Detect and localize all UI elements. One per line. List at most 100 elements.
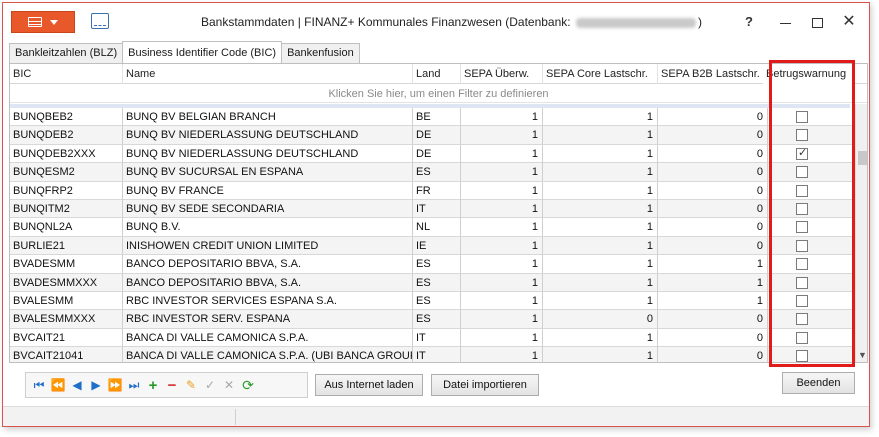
cell-land[interactable]: ES xyxy=(413,163,461,182)
cell-sepa-ueberw[interactable]: 1 xyxy=(461,273,543,292)
tab-bankenfusion[interactable]: Bankenfusion xyxy=(281,43,360,63)
cell-sepa-ueberw[interactable]: 1 xyxy=(461,126,543,145)
table-row[interactable]: BUNQDEB2 BUNQ BV NIEDERLASSUNG DEUTSCHLAN… xyxy=(10,126,855,145)
cell-name[interactable]: BUNQ B.V. xyxy=(123,218,413,237)
tab-bic[interactable]: Business Identifier Code (BIC) xyxy=(122,41,283,63)
cell-sepa-b2b[interactable]: 1 xyxy=(658,255,768,274)
table-row[interactable]: BVALESMM RBC INVESTOR SERVICES ESPANA S.A… xyxy=(10,291,855,311)
cell-land[interactable]: IE xyxy=(413,236,461,255)
cell-sepa-core[interactable]: 1 xyxy=(543,291,658,310)
cell-bic[interactable]: BURLIE21 xyxy=(10,236,123,255)
column-header-sepa-b2b[interactable]: SEPA B2B Lastschr. xyxy=(658,64,768,84)
cell-land[interactable]: IT xyxy=(413,199,461,218)
cell-name[interactable]: RBC INVESTOR SERV. ESPANA xyxy=(123,310,413,329)
cell-name[interactable]: BANCA DI VALLE CAMONICA S.P.A. (UBI BANC… xyxy=(123,347,413,362)
cell-sepa-b2b[interactable]: 1 xyxy=(658,291,768,310)
cell-sepa-ueberw[interactable]: 1 xyxy=(461,255,543,274)
next-page-icon[interactable]: ⏩ xyxy=(106,375,124,395)
close-window-button[interactable]: ✕ xyxy=(835,11,863,33)
cell-sepa-ueberw[interactable]: 1 xyxy=(461,291,543,310)
betrugswarnung-checkbox[interactable] xyxy=(796,129,808,142)
cell-sepa-b2b[interactable]: 0 xyxy=(658,126,768,145)
column-header-name[interactable]: Name xyxy=(123,64,413,84)
cell-sepa-b2b[interactable]: 0 xyxy=(658,236,768,255)
cell-bic[interactable]: BUNQESM2 xyxy=(10,163,123,182)
cell-sepa-ueberw[interactable]: 1 xyxy=(461,163,543,182)
cell-land[interactable]: IT xyxy=(413,328,461,347)
table-row[interactable]: BUNQBEB2 BUNQ BV BELGIAN BRANCH BE 1 1 0 xyxy=(10,108,855,127)
cell-land[interactable]: IT xyxy=(413,347,461,362)
cell-sepa-core[interactable]: 0 xyxy=(543,310,658,329)
cell-sepa-ueberw[interactable]: 1 xyxy=(461,218,543,237)
betrugswarnung-checkbox[interactable] xyxy=(796,146,808,160)
cell-name[interactable]: BUNQ BV NIEDERLASSUNG DEUTSCHLAND xyxy=(123,144,413,163)
cell-sepa-core[interactable]: 1 xyxy=(543,273,658,292)
window-layout-icon[interactable] xyxy=(91,13,109,29)
cell-bic[interactable]: BVALESMMXXX xyxy=(10,310,123,329)
table-row[interactable]: BVALESMMXXX RBC INVESTOR SERV. ESPANA ES 1 0… xyxy=(10,310,855,329)
cell-name[interactable]: BUNQ BV BELGIAN BRANCH xyxy=(123,108,413,126)
cell-sepa-core[interactable]: 1 xyxy=(543,199,658,218)
cell-sepa-core[interactable]: 1 xyxy=(543,163,658,182)
refresh-icon[interactable]: ⟳ xyxy=(239,375,257,395)
cell-sepa-ueberw[interactable]: 1 xyxy=(461,310,543,329)
table-row[interactable]: BVADESMM BANCO DEPOSITARIO BBVA, S.A. ES 1 1… xyxy=(10,255,855,274)
cell-sepa-ueberw[interactable]: 1 xyxy=(461,181,543,200)
cell-name[interactable]: BANCO DEPOSITARIO BBVA, S.A. xyxy=(123,255,413,274)
cell-sepa-ueberw[interactable]: 1 xyxy=(461,108,543,126)
cell-bic[interactable]: BUNQITM2 xyxy=(10,199,123,218)
cell-sepa-core[interactable]: 1 xyxy=(543,328,658,347)
cell-name[interactable]: BUNQ BV FRANCE xyxy=(123,181,413,200)
table-row[interactable]: BVADESMMXXX BANCO DEPOSITARIO BBVA, S.A. E… xyxy=(10,273,855,292)
table-row[interactable]: BUNQDEB2XXX BUNQ BV NIEDERLASSUNG DEUTSCH… xyxy=(10,144,855,164)
delete-record-icon[interactable]: − xyxy=(163,375,181,395)
cell-bic[interactable]: BVCAIT21 xyxy=(10,328,123,347)
cell-land[interactable]: ES xyxy=(413,310,461,329)
cell-sepa-b2b[interactable]: 0 xyxy=(658,108,768,126)
cell-land[interactable]: DE xyxy=(413,144,461,163)
previous-record-icon[interactable]: ◀ xyxy=(68,375,86,395)
betrugswarnung-checkbox[interactable] xyxy=(796,166,808,179)
cell-sepa-core[interactable]: 1 xyxy=(543,181,658,200)
cell-sepa-core[interactable]: 1 xyxy=(543,255,658,274)
cell-bic[interactable]: BVADESMM xyxy=(10,255,123,274)
cell-sepa-core[interactable]: 1 xyxy=(543,236,658,255)
last-record-icon[interactable]: ⏭ xyxy=(125,375,143,395)
betrugswarnung-checkbox[interactable] xyxy=(796,313,808,326)
tab-blz[interactable]: Bankleitzahlen (BLZ) xyxy=(9,43,124,63)
next-record-icon[interactable]: ▶ xyxy=(87,375,105,395)
cell-bic[interactable]: BVCAIT21041 xyxy=(10,347,123,362)
load-from-internet-button[interactable]: Aus Internet laden xyxy=(315,374,423,396)
column-header-betrugswarnung[interactable]: Betrugswarnung xyxy=(763,64,853,84)
minimize-button[interactable] xyxy=(771,11,799,33)
table-row[interactable]: BVCAIT21 BANCA DI VALLE CAMONICA S.P.A. IT… xyxy=(10,328,855,348)
table-row[interactable]: BUNQITM2 BUNQ BV SEDE SECONDARIA IT 1 1 0 xyxy=(10,199,855,219)
cell-land[interactable]: FR xyxy=(413,181,461,200)
cell-sepa-b2b[interactable]: 0 xyxy=(658,328,768,347)
previous-page-icon[interactable]: ⏪ xyxy=(49,375,67,395)
add-record-icon[interactable]: + xyxy=(144,375,162,395)
column-header-sepa-ueberw[interactable]: SEPA Überw. xyxy=(461,64,543,84)
betrugswarnung-checkbox[interactable] xyxy=(796,239,808,252)
table-row[interactable]: BVCAIT21041 BANCA DI VALLE CAMONICA S.P.A… xyxy=(10,347,855,362)
cell-land[interactable]: NL xyxy=(413,218,461,237)
cell-sepa-ueberw[interactable]: 1 xyxy=(461,199,543,218)
cell-sepa-b2b[interactable]: 0 xyxy=(658,199,768,218)
app-menu-button[interactable] xyxy=(11,11,75,33)
table-row[interactable]: BURLIE21 INISHOWEN CREDIT UNION LIMITED IE… xyxy=(10,236,855,256)
cell-name[interactable]: BANCO DEPOSITARIO BBVA, S.A. xyxy=(123,273,413,292)
cell-sepa-ueberw[interactable]: 1 xyxy=(461,144,543,163)
cell-bic[interactable]: BUNQDEB2 xyxy=(10,126,123,145)
betrugswarnung-checkbox[interactable] xyxy=(796,276,808,289)
import-file-button[interactable]: Datei importieren xyxy=(431,374,539,396)
betrugswarnung-checkbox[interactable] xyxy=(796,111,808,123)
first-record-icon[interactable]: ⏮ xyxy=(30,375,48,395)
scrollbar-thumb[interactable] xyxy=(858,151,867,165)
cell-bic[interactable]: BUNQFRP2 xyxy=(10,181,123,200)
cell-sepa-b2b[interactable]: 0 xyxy=(658,163,768,182)
close-button[interactable]: Beenden xyxy=(782,372,855,394)
betrugswarnung-checkbox[interactable] xyxy=(796,331,808,344)
cell-sepa-b2b[interactable]: 0 xyxy=(658,181,768,200)
table-row[interactable]: BUNQFRP2 BUNQ BV FRANCE FR 1 1 0 xyxy=(10,181,855,200)
cell-land[interactable]: ES xyxy=(413,291,461,310)
